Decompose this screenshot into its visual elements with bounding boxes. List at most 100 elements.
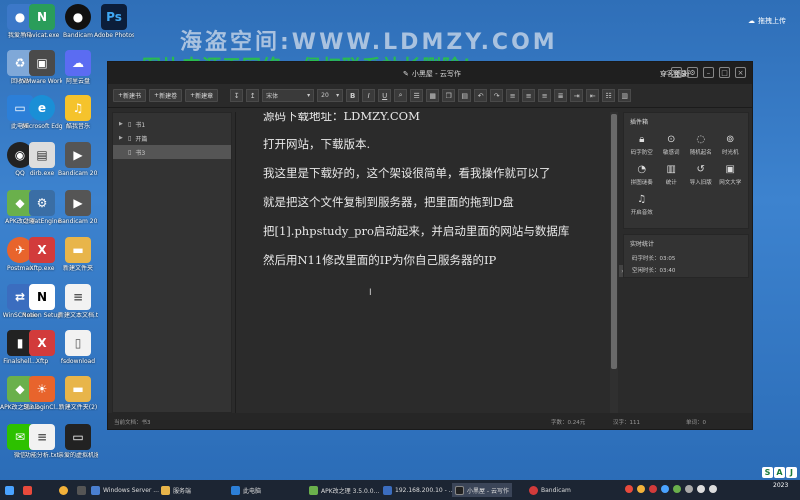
tray-icon[interactable] bbox=[649, 485, 657, 493]
plugin-label: 网文大学 bbox=[719, 180, 742, 186]
plugin-import-old[interactable]: ↺ 导入旧版 bbox=[686, 162, 716, 187]
plugin-label: 码字防空 bbox=[630, 150, 653, 156]
taskbar-label: 192.168.200.10 - ... bbox=[395, 486, 455, 494]
align-left-icon[interactable]: ≡ bbox=[506, 89, 520, 102]
tree-item-book3[interactable]: ▯ 书3 bbox=[113, 145, 231, 159]
text-editor[interactable]: 源码下载地址：LDMZY.COM 打开网站，下载版本. 我这里是下载好的，这个架… bbox=[235, 112, 619, 413]
scrollbar-thumb[interactable] bbox=[611, 114, 617, 369]
outdent-icon[interactable]: ⇤ bbox=[586, 89, 600, 102]
tray-icon[interactable] bbox=[673, 485, 681, 493]
tree-item-opening[interactable]: ▶ ▯ 开篇 bbox=[113, 131, 231, 145]
tray-icon[interactable] bbox=[637, 485, 645, 493]
window-controls: ♚ ⚙ – □ × bbox=[671, 67, 746, 78]
desktop-icon[interactable]: N Notion Setup 2... bbox=[22, 284, 62, 319]
desktop-icon[interactable]: ▬ 新建文件夹 bbox=[58, 237, 98, 272]
taskbar-pinned[interactable] bbox=[56, 483, 71, 497]
desktop-icon[interactable]: X Xftp.exe bbox=[22, 237, 62, 272]
copy-icon[interactable]: ❐ bbox=[442, 89, 456, 102]
new-chapter-button[interactable]: + 新建章 bbox=[185, 89, 219, 102]
desktop-icon[interactable]: ▶ Bandicam 2023-07-0... bbox=[58, 142, 98, 177]
network-icon[interactable] bbox=[697, 485, 705, 493]
align-center-icon[interactable]: ≡ bbox=[522, 89, 536, 102]
desktop-icon[interactable]: ☁ 阿里云盘 bbox=[58, 50, 98, 85]
tray-icon[interactable] bbox=[685, 485, 693, 493]
indent-icon[interactable]: ⇥ bbox=[570, 89, 584, 102]
layout-icon[interactable]: ▥ bbox=[618, 89, 632, 102]
desktop-icon[interactable]: ▬ 新建文件夹(2) bbox=[58, 376, 98, 411]
shirt-icon[interactable]: ♚ bbox=[671, 67, 682, 78]
taskbar-item[interactable]: 192.168.200.10 - ... bbox=[380, 483, 457, 497]
taskbar-item[interactable]: 此电脑 bbox=[228, 483, 264, 497]
desktop-icon[interactable]: ♫ 酷我音乐 bbox=[58, 95, 98, 130]
volume-icon[interactable] bbox=[709, 485, 717, 493]
start-button[interactable] bbox=[2, 483, 17, 497]
editor-line: 源码下载地址：LDMZY.COM bbox=[263, 112, 420, 123]
desktop-icon[interactable]: ≡ 功能分析.txt bbox=[22, 424, 62, 459]
plugin-random-name[interactable]: ◌ 随机起名 bbox=[686, 132, 716, 157]
list-icon[interactable]: ☷ bbox=[602, 89, 616, 102]
desktop-icon[interactable]: Ps Adobe Photosh... bbox=[94, 4, 134, 39]
desktop-icon[interactable]: ≡ 新建文本文档.txt bbox=[58, 284, 98, 319]
align-right-icon[interactable]: ≡ bbox=[538, 89, 552, 102]
tray-icon[interactable] bbox=[661, 485, 669, 493]
font-select[interactable]: 宋体 ▾ bbox=[262, 89, 315, 102]
export-icon[interactable]: ↥ bbox=[246, 89, 260, 102]
taskbar-item[interactable]: 服务端 bbox=[158, 483, 194, 497]
cloud-upload-button[interactable]: ☁ 拖拽上传 bbox=[748, 16, 786, 26]
desktop-icon-label: Bandicam 2023-07-0... bbox=[58, 218, 98, 225]
image-icon[interactable]: ▦ bbox=[426, 89, 440, 102]
plugin-sound-effects[interactable]: ♫ 开启音效 bbox=[627, 192, 657, 217]
desktop-icon[interactable]: ▣ VMware Workstati... bbox=[22, 50, 62, 85]
close-icon[interactable]: × bbox=[735, 67, 746, 78]
taskbar-pinned[interactable] bbox=[20, 483, 35, 497]
taskbar-item[interactable]: Bandicam bbox=[526, 483, 574, 497]
plugin-puzzle[interactable]: ◔ 拼图谜奏 bbox=[627, 162, 657, 187]
taskbar-item[interactable]: APK改之理 3.5.0.0... bbox=[306, 483, 382, 497]
search-icon: ⊙ bbox=[667, 133, 676, 145]
aliyun-drive-icon: ☁ bbox=[65, 50, 91, 76]
minimize-icon[interactable]: – bbox=[703, 67, 714, 78]
tray-icon[interactable] bbox=[625, 485, 633, 493]
taskbar-item-active[interactable]: 小黑屋 - 云写作 bbox=[452, 483, 512, 497]
plugin-time-machine[interactable]: ⊚ 时光机 bbox=[716, 132, 746, 157]
editor-scrollbar[interactable] bbox=[610, 112, 618, 413]
chat-icon: ◌ bbox=[696, 133, 706, 145]
bold-button[interactable]: B bbox=[346, 89, 360, 102]
desktop-icon[interactable]: ● Bandicam bbox=[58, 4, 98, 39]
italic-button[interactable]: I bbox=[362, 89, 376, 102]
align-icon[interactable]: ☰ bbox=[410, 89, 424, 102]
saj-logo: S A J bbox=[762, 467, 797, 478]
justify-icon[interactable]: ≣ bbox=[554, 89, 568, 102]
taskbar-pinned[interactable] bbox=[74, 483, 89, 497]
desktop-icon[interactable]: ▤ dirb.exe bbox=[22, 142, 62, 177]
tree-item-book1[interactable]: ▶ ▯ 书1 bbox=[113, 117, 231, 131]
desktop-icon[interactable]: ▭ 亲爱的虚拟机服务DNS服务... bbox=[58, 424, 98, 459]
desktop-icon[interactable]: ▶ Bandicam 2023-07-0... bbox=[58, 190, 98, 225]
desktop-icon[interactable]: ⚙ CheatEngine bbox=[22, 190, 62, 225]
clock[interactable]: 2023 bbox=[773, 482, 788, 490]
plugin-typing-lock[interactable]: 🔒︎ 码字防空 bbox=[627, 132, 657, 157]
chart-icon: ▥ bbox=[666, 163, 676, 175]
tree-item-label: 开篇 bbox=[135, 135, 148, 143]
settings-icon[interactable]: ⚙ bbox=[687, 67, 698, 78]
desktop-icon[interactable]: e Microsoft Edge bbox=[22, 95, 62, 130]
desktop-icon[interactable]: Nnavicat.exe bbox=[22, 4, 62, 39]
font-size-select[interactable]: 20 ▾ bbox=[317, 89, 344, 102]
underline-button[interactable]: U bbox=[378, 89, 392, 102]
history-icon: ↺ bbox=[696, 163, 705, 175]
plugin-sensitive-words[interactable]: ⊙ 敏感词 bbox=[657, 132, 687, 157]
new-book-button[interactable]: + 新建书 bbox=[113, 89, 147, 102]
desktop-icon[interactable]: ☀ SunloginCl... bbox=[22, 376, 62, 411]
import-icon[interactable]: ↧ bbox=[230, 89, 244, 102]
redo-icon[interactable]: ↷ bbox=[490, 89, 504, 102]
search-icon[interactable]: ⌕ bbox=[394, 89, 408, 102]
desktop-icon[interactable]: ▯ fsdownload bbox=[58, 330, 98, 365]
plugin-web-university[interactable]: ▣ 网文大学 bbox=[716, 162, 746, 187]
maximize-icon[interactable]: □ bbox=[719, 67, 730, 78]
new-volume-button[interactable]: + 新建卷 bbox=[149, 89, 183, 102]
desktop-icon[interactable]: X Xftp bbox=[22, 330, 62, 365]
taskbar-item[interactable]: Windows Server ... bbox=[88, 483, 162, 497]
undo-icon[interactable]: ↶ bbox=[474, 89, 488, 102]
plugin-statistics[interactable]: ▥ 统计 bbox=[657, 162, 687, 187]
paste-icon[interactable]: ▤ bbox=[458, 89, 472, 102]
